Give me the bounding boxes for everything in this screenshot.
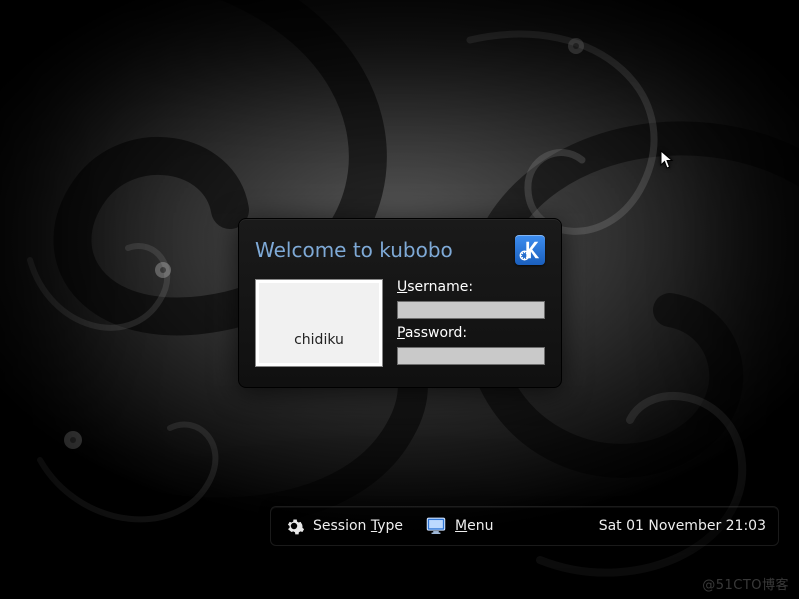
gear-icon — [283, 515, 305, 537]
mouse-cursor-icon — [660, 150, 674, 170]
session-type-button[interactable]: Session Type — [283, 515, 403, 537]
username-input[interactable] — [397, 301, 545, 319]
watermark-text: @51CTO博客 — [702, 574, 789, 593]
menu-label: Menu — [455, 518, 493, 534]
username-label: Username: — [397, 279, 545, 295]
login-panel: Welcome to kubobo chidiku Username: Pass… — [238, 218, 562, 388]
menu-button[interactable]: Menu — [425, 515, 493, 537]
monitor-icon — [425, 515, 447, 537]
login-title: Welcome to kubobo — [255, 238, 453, 262]
kde-logo-icon — [515, 235, 545, 265]
login-fields: chidiku Username: Password: — [255, 279, 545, 367]
session-type-label: Session Type — [313, 518, 403, 534]
password-input[interactable] — [397, 347, 545, 365]
selected-username: chidiku — [294, 332, 344, 348]
password-label: Password: — [397, 325, 545, 341]
credentials-column: Username: Password: — [397, 279, 545, 367]
bottom-toolbar: Session Type Menu Sat 01 November 21:03 — [270, 506, 779, 546]
login-header: Welcome to kubobo — [255, 235, 545, 265]
user-selection-box[interactable]: chidiku — [255, 279, 383, 367]
datetime-label: Sat 01 November 21:03 — [599, 518, 766, 534]
